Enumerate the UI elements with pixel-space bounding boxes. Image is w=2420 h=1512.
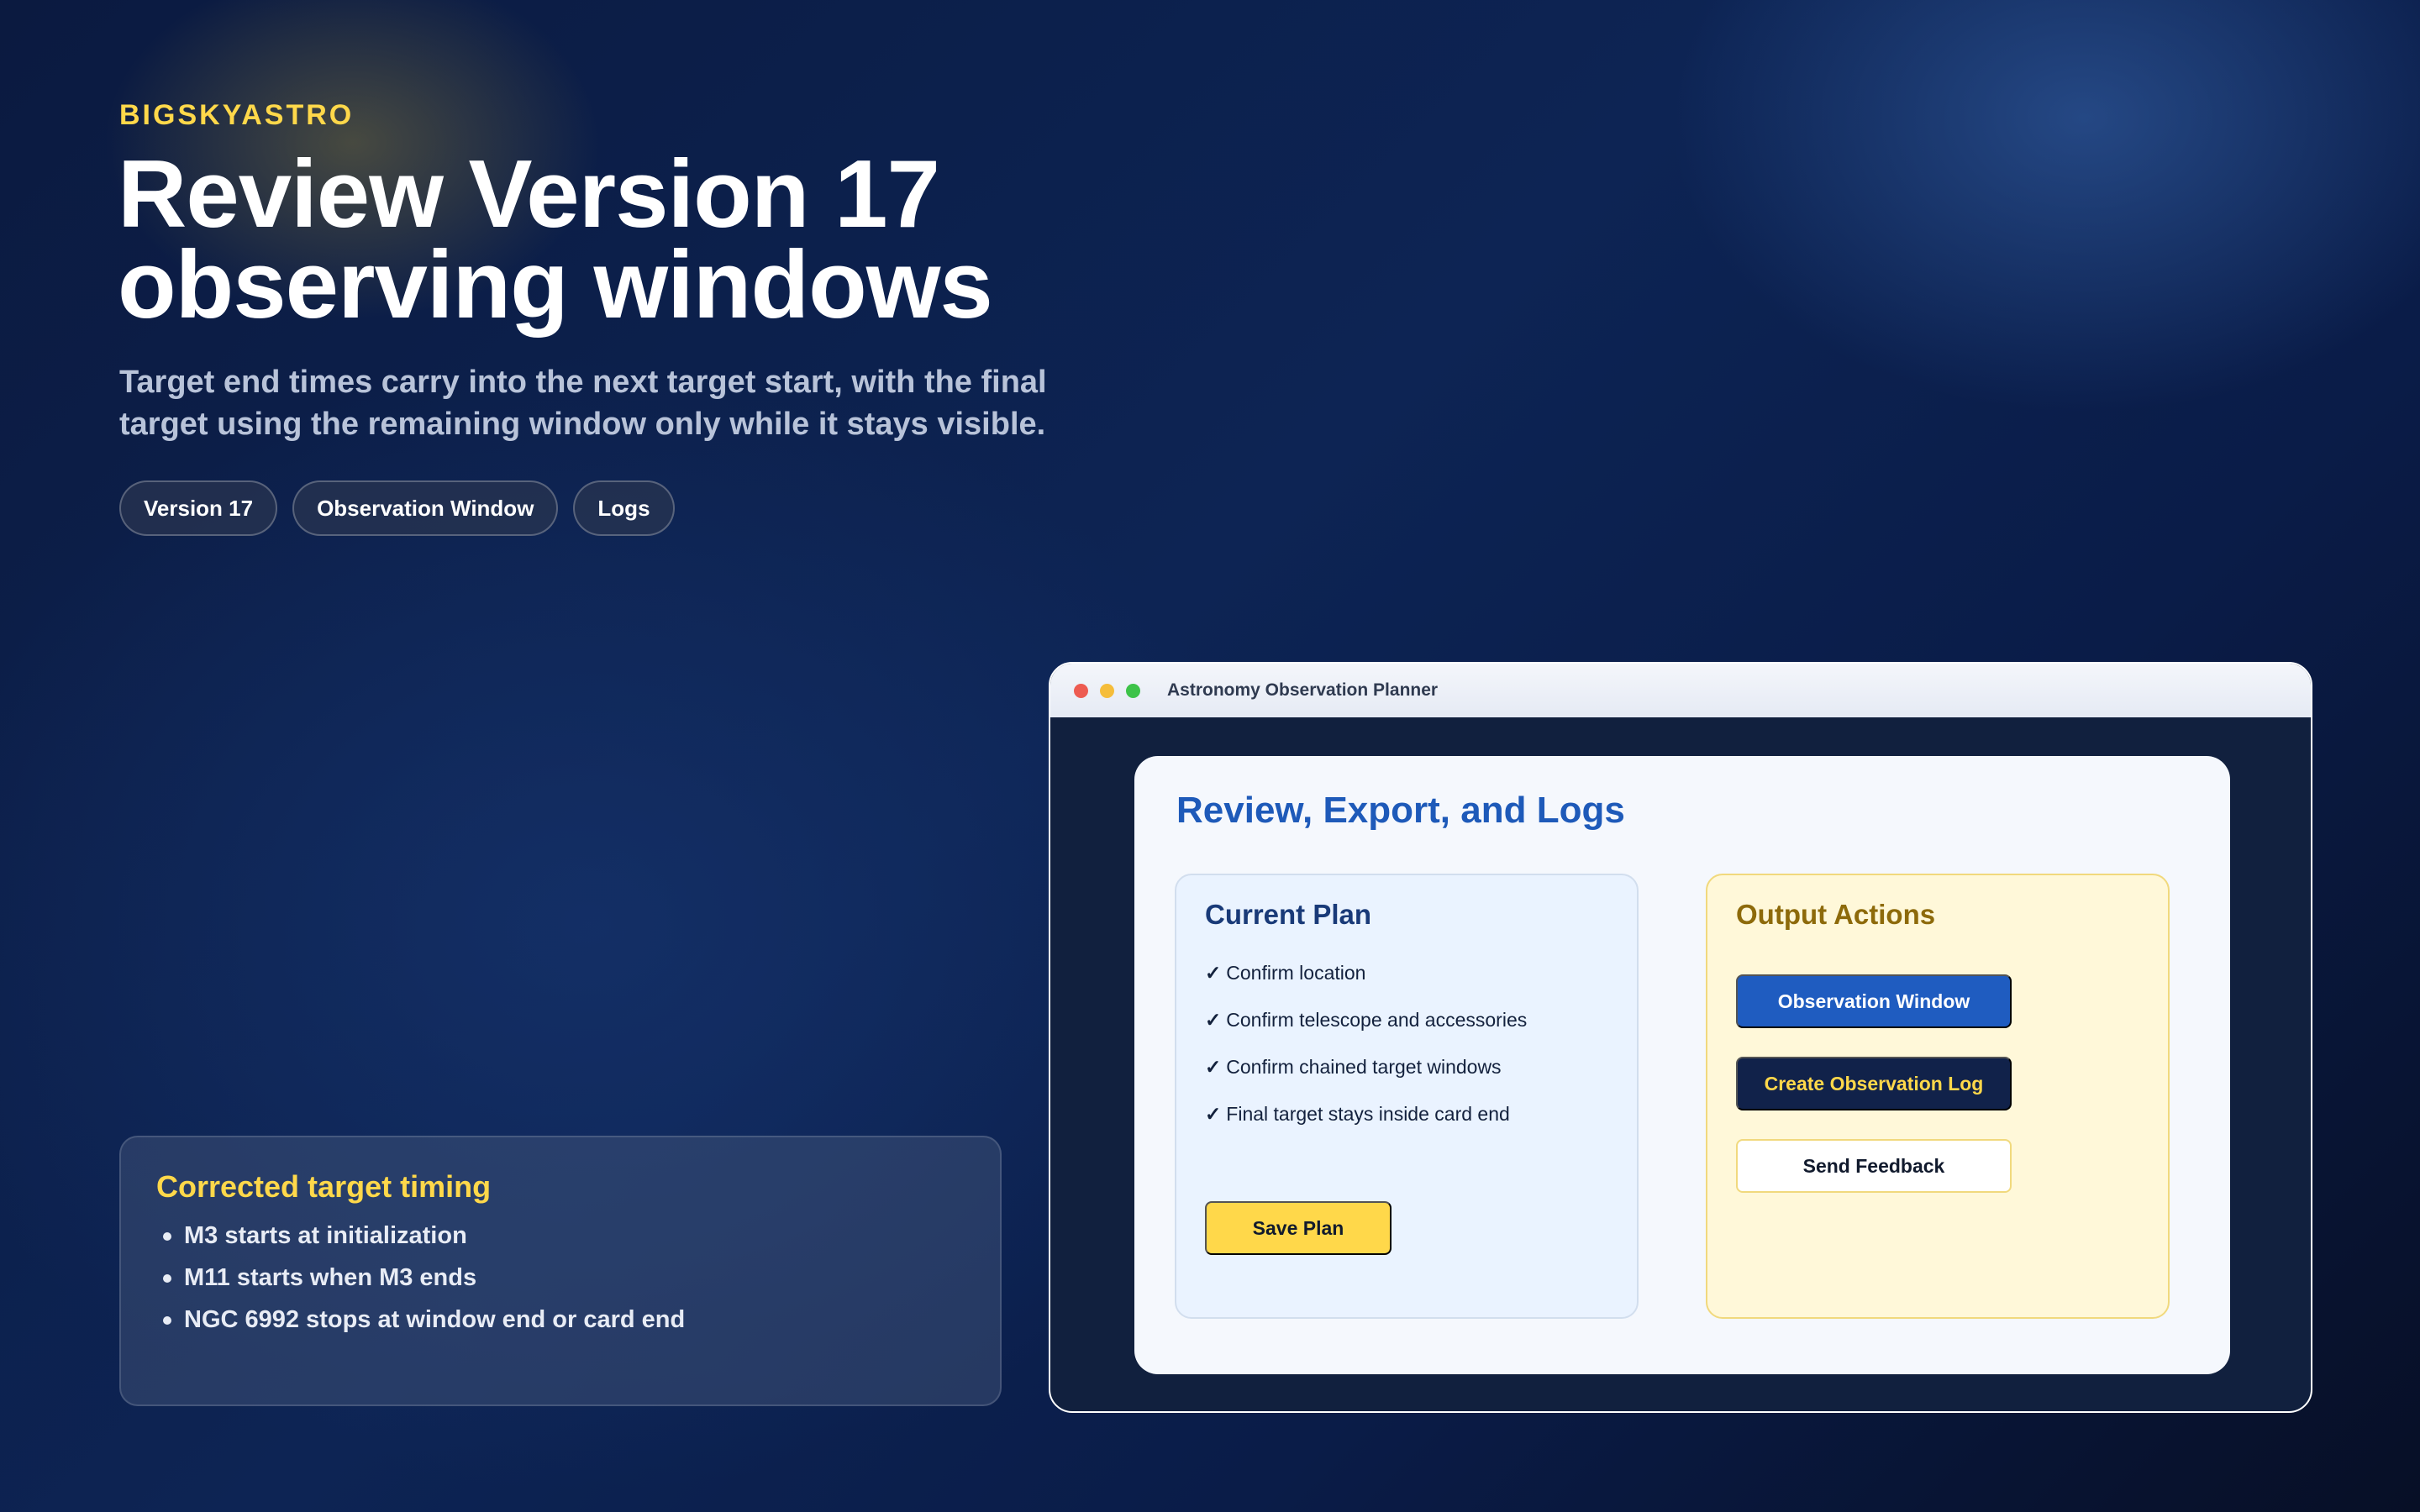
send-feedback-button[interactable]: Send Feedback bbox=[1736, 1139, 2012, 1193]
window-title: Astronomy Observation Planner bbox=[1167, 680, 1439, 700]
minimize-window-icon[interactable] bbox=[1100, 683, 1114, 698]
app-window: Astronomy Observation Planner Review, Ex… bbox=[1049, 662, 2312, 1413]
checklist-item: ✓ Confirm chained target windows bbox=[1205, 1043, 1608, 1090]
output-actions-title: Output Actions bbox=[1736, 899, 1936, 930]
checklist-label: Confirm telescope and accessories bbox=[1226, 1009, 1528, 1031]
checklist-label: Final target stays inside card end bbox=[1226, 1103, 1510, 1125]
checklist-label: Confirm chained target windows bbox=[1226, 1056, 1502, 1078]
tag-version[interactable]: Version 17 bbox=[119, 480, 278, 536]
checklist-item: ✓ Confirm telescope and accessories bbox=[1205, 996, 1608, 1043]
tag-logs[interactable]: Logs bbox=[573, 480, 675, 536]
tag-list: Version 17 Observation Window Logs bbox=[119, 480, 675, 536]
checklist-label: Confirm location bbox=[1226, 962, 1366, 984]
check-icon: ✓ bbox=[1205, 1009, 1222, 1031]
review-heading: Review, Export, and Logs bbox=[1176, 790, 1625, 831]
page-headline: Review Version 17 observing windows bbox=[118, 141, 993, 339]
checklist-item: ✓ Final target stays inside card end bbox=[1205, 1090, 1608, 1137]
output-actions-panel: Output Actions Observation Window Create… bbox=[1706, 874, 2170, 1319]
list-item: M3 starts at initialization bbox=[156, 1215, 965, 1257]
save-plan-button[interactable]: Save Plan bbox=[1205, 1201, 1392, 1255]
timing-note-card: Corrected target timing M3 starts at ini… bbox=[119, 1136, 1002, 1406]
check-icon: ✓ bbox=[1205, 1103, 1222, 1125]
create-observation-log-button[interactable]: Create Observation Log bbox=[1736, 1057, 2012, 1110]
timing-note-title: Corrected target timing bbox=[156, 1169, 492, 1204]
check-icon: ✓ bbox=[1205, 1056, 1222, 1078]
check-icon: ✓ bbox=[1205, 962, 1222, 984]
close-window-icon[interactable] bbox=[1074, 683, 1088, 698]
checklist-item: ✓ Confirm location bbox=[1205, 949, 1608, 996]
current-plan-title: Current Plan bbox=[1205, 899, 1372, 930]
tag-observation-window[interactable]: Observation Window bbox=[292, 480, 559, 536]
timing-note-list: M3 starts at initialization M11 starts w… bbox=[156, 1215, 965, 1341]
maximize-window-icon[interactable] bbox=[1126, 683, 1140, 698]
current-plan-panel: Current Plan ✓ Confirm location ✓ Confirm … bbox=[1175, 874, 1639, 1319]
plan-checklist: ✓ Confirm location ✓ Confirm telescope and… bbox=[1205, 949, 1608, 1137]
page-subtitle: Target end times carry into the next tar… bbox=[119, 365, 1047, 442]
brand-name: BIGSKYASTRO bbox=[119, 99, 355, 131]
list-item: NGC 6992 stops at window end or card end bbox=[156, 1299, 965, 1341]
review-card: Review, Export, and Logs Current Plan ✓ C… bbox=[1134, 756, 2230, 1374]
list-item: M11 starts when M3 ends bbox=[156, 1257, 965, 1299]
window-titlebar: Astronomy Observation Planner bbox=[1050, 664, 2311, 717]
observation-window-button[interactable]: Observation Window bbox=[1736, 974, 2012, 1028]
